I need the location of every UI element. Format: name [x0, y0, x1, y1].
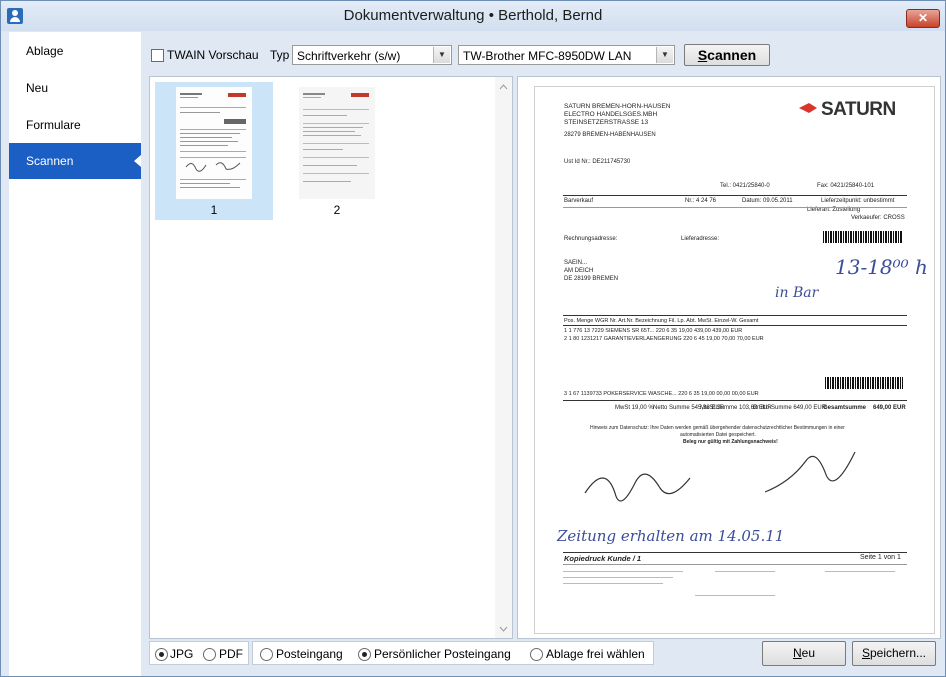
document-thumbnail-icon [176, 87, 252, 199]
twain-preview-label: TWAIN Vorschau [167, 48, 259, 62]
invoice-date: Datum: 09.05.2011 [742, 198, 793, 204]
privacy-notice-2: automatisierten Datei gespeichert. [680, 432, 756, 438]
document-preview-panel: SATURN BREMEN-HORN-HAUSEN ELECTRO HANDEL… [517, 76, 941, 639]
thumbnail-scrollbar[interactable] [495, 77, 512, 638]
table-row-1: 1 1 776 13 7229 SIEMENS SR 65T... 220 6 … [564, 328, 743, 334]
table-header: Pos. Menge WGR Nr. Art.Nr. Bezeichnung F… [564, 318, 759, 324]
scan-button-label: cannen [707, 47, 757, 63]
save-button-mnemonic: S [861, 646, 870, 660]
delivery-time: Lieferzeitpunkt: unbestimmt [821, 198, 895, 204]
document-type-value: Schriftverkehr (s/w) [297, 49, 401, 63]
address-line-3: DE 28199 BREMEN [564, 276, 619, 282]
personal-inbox-label: Persönlicher Posteingang [374, 647, 511, 661]
free-storage-radio[interactable] [530, 648, 543, 661]
billing-address-label: Rechnungsadresse: [564, 236, 618, 242]
new-button-label: eu [801, 646, 816, 660]
handwritten-note: Zeitung erhalten am 14.05.11 [557, 527, 785, 545]
scroll-arrows-icon [499, 84, 508, 632]
saturn-logo-text: SATURN [821, 99, 896, 120]
page-thumbnail-image [299, 87, 375, 199]
fax: Fax: 0421/25840-101 [817, 183, 875, 189]
scanner-value: TW-Brother MFC-8950DW LAN [463, 49, 632, 63]
bottom-bar: JPG PDF Posteingang Persönlicher Postein… [149, 641, 939, 669]
jpg-label: JPG [170, 647, 194, 661]
toolbar: TWAIN Vorschau Typ Schriftverkehr (s/w) … [149, 43, 939, 71]
posteingang-label: Posteingang [276, 647, 343, 661]
thumbnail-page-1[interactable]: 1 [155, 82, 273, 220]
format-group: JPG PDF [149, 641, 249, 665]
barcode-icon [825, 377, 903, 389]
close-button[interactable]: ✕ [906, 9, 940, 28]
sidebar-item-ablage[interactable]: Ablage [9, 33, 141, 69]
save-button[interactable]: Speichern... [852, 641, 936, 666]
delivery-address-label: Lieferadresse: [681, 236, 720, 242]
total-label: Gesamtsumme [823, 405, 867, 411]
vendor-line-4: 28279 BREMEN-HABENHAUSEN [564, 132, 656, 138]
sidebar-item-scannen[interactable]: Scannen [9, 143, 141, 179]
personal-inbox-radio[interactable] [358, 648, 371, 661]
vendor-line-3: STEINSETZERSTRASSE 13 [564, 119, 649, 126]
copy-label: Kopiedruck Kunde / 1 [564, 554, 642, 563]
app-window: Dokumentverwaltung • Berthold, Bernd ✕ A… [0, 0, 946, 677]
posteingang-radio[interactable] [260, 648, 273, 661]
scanner-select[interactable]: TW-Brother MFC-8950DW LAN ▼ [458, 45, 675, 65]
signature-1-icon [565, 453, 705, 513]
ust-id: Ust Id Nr.: DE211745730 [564, 159, 631, 165]
table-row-2: 2 1 80 1231217 GARANTIEVERLAENGERUNG 220… [564, 336, 764, 342]
thumbnail-number: 1 [210, 203, 218, 217]
table-row-3: 3 1 67 1139733 POKERSERVICE WASCHE... 22… [564, 391, 759, 397]
free-storage-label: Ablage frei wählen [546, 647, 645, 661]
page-indicator: Seite 1 von 1 [860, 554, 901, 561]
pdf-radio[interactable] [203, 648, 216, 661]
sidebar-item-neu[interactable]: Neu [9, 70, 141, 106]
invoice-number: Nr.: 4 24 76 [685, 198, 717, 204]
twain-preview-checkbox[interactable] [151, 49, 164, 62]
document-type-select[interactable]: Schriftverkehr (s/w) ▼ [292, 45, 452, 65]
gross-sum: Brutto-Summe 649,00 EUR [753, 405, 827, 411]
pdf-label: PDF [219, 647, 243, 661]
new-button-mnemonic: N [792, 646, 802, 660]
tel: Tel.: 0421/25840-0 [720, 183, 770, 189]
scan-button-mnemonic: S [697, 47, 708, 63]
title-bar: Dokumentverwaltung • Berthold, Bernd ✕ [1, 1, 945, 31]
chevron-down-icon[interactable]: ▼ [656, 47, 673, 63]
address-line-2: AM DEICH [564, 268, 594, 274]
chevron-down-icon[interactable]: ▼ [433, 47, 450, 63]
handwritten-payment: in Bar [775, 285, 819, 301]
sidebar-item-formulare[interactable]: Formulare [9, 107, 141, 143]
vat-rate: MwSt 19,00 % [615, 405, 654, 411]
vendor-line-2: ELECTRO HANDELSGES.MBH [564, 111, 658, 118]
destination-group: Posteingang Persönlicher Posteingang Abl… [252, 641, 654, 665]
save-button-label: peichern... [869, 646, 927, 660]
signature-2-icon [755, 447, 875, 507]
new-button[interactable]: Neu [762, 641, 846, 666]
type-label: Typ [270, 48, 290, 62]
handwritten-time: 13-18⁰⁰ h [835, 255, 928, 279]
receipt-validity: Beleg nur gültig mit Zahlungsnachweis! [683, 439, 778, 445]
privacy-notice: Hinweis zum Datenschutz: Ihre Daten werd… [590, 425, 845, 431]
thumbnail-number: 2 [333, 203, 341, 217]
window-title: Dokumentverwaltung • Berthold, Bernd [343, 7, 603, 24]
scanned-document: SATURN BREMEN-HORN-HAUSEN ELECTRO HANDEL… [534, 86, 935, 634]
verkauf: Barverkauf [564, 198, 594, 204]
vendor-line-1: SATURN BREMEN-HORN-HAUSEN [564, 103, 671, 110]
saturn-logo-icon [797, 101, 819, 115]
address-line-1: SAEIN... [564, 260, 588, 266]
sidebar: Ablage Neu Formulare Scannen [9, 32, 141, 676]
document-thumbnail-icon [299, 87, 375, 199]
thumbnail-panel: 1 2 [149, 76, 513, 639]
page-thumbnail-image [176, 87, 252, 199]
thumbnail-page-2[interactable]: 2 [278, 82, 396, 220]
barcode-icon [823, 231, 903, 243]
jpg-radio[interactable] [155, 648, 168, 661]
scan-button[interactable]: Scannen [684, 44, 770, 66]
total-value: 649,00 EUR [873, 405, 906, 411]
salesperson: Verkaeufer: CROSS [851, 215, 905, 221]
